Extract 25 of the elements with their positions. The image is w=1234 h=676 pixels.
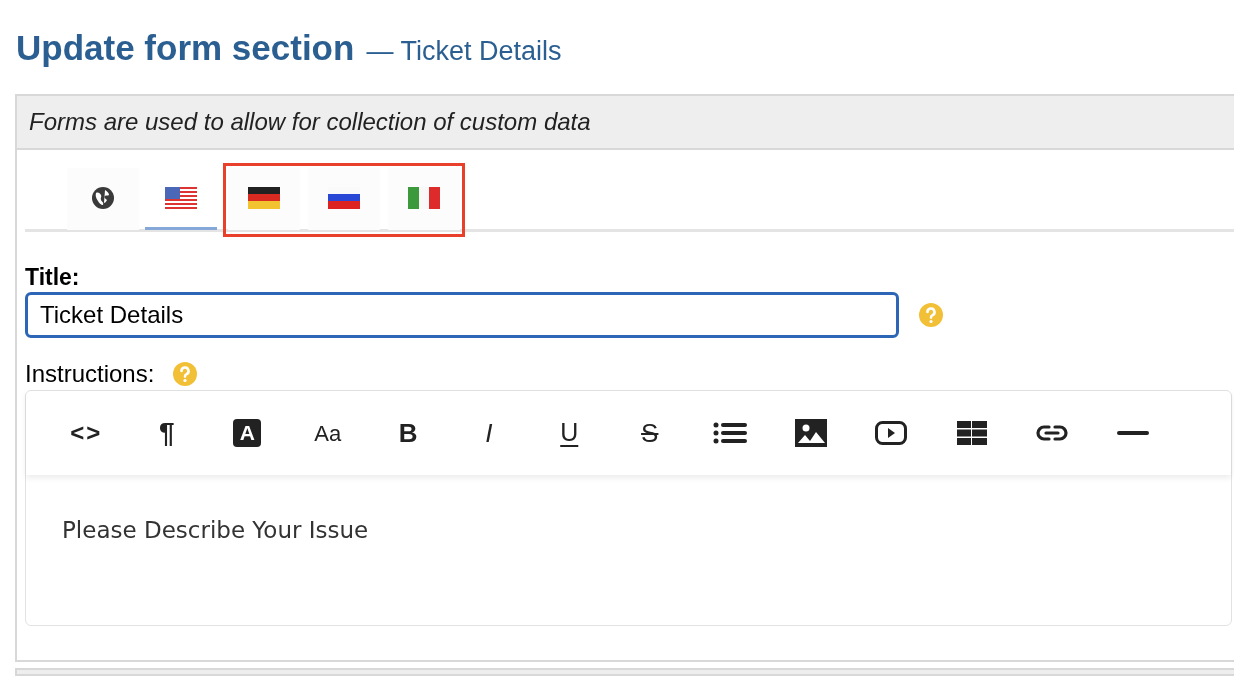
- strikethrough-button[interactable]: S: [609, 408, 690, 458]
- instructions-label: Instructions:: [25, 359, 155, 389]
- page-subheading: — Ticket Details: [366, 35, 562, 68]
- title-label: Title:: [25, 263, 81, 292]
- bold-button[interactable]: B: [368, 408, 449, 458]
- editor-text[interactable]: Please Describe Your Issue: [62, 517, 369, 543]
- video-play-icon: [875, 421, 908, 445]
- font-size-button[interactable]: Aa: [287, 408, 368, 458]
- italic-button[interactable]: I: [448, 408, 529, 458]
- panel-description: Forms are used to allow for collection of custom data: [29, 107, 591, 137]
- page-heading: Update form section: [16, 27, 355, 69]
- list-icon: [713, 422, 748, 444]
- link-icon: [1035, 424, 1070, 442]
- letter-tile: A: [233, 419, 262, 447]
- us-flag-icon: [165, 186, 197, 209]
- code-view-button[interactable]: <>: [46, 408, 127, 458]
- title-input[interactable]: Ticket Details: [25, 292, 899, 338]
- italian-flag-icon: [408, 186, 440, 209]
- paragraph-button[interactable]: ¶: [126, 408, 207, 458]
- text-color-button[interactable]: A: [207, 408, 288, 458]
- german-flag-icon: [248, 186, 280, 209]
- table-icon: [956, 421, 987, 445]
- globe-icon: [91, 185, 115, 210]
- underline-button[interactable]: U: [529, 408, 610, 458]
- image-icon: [794, 419, 827, 447]
